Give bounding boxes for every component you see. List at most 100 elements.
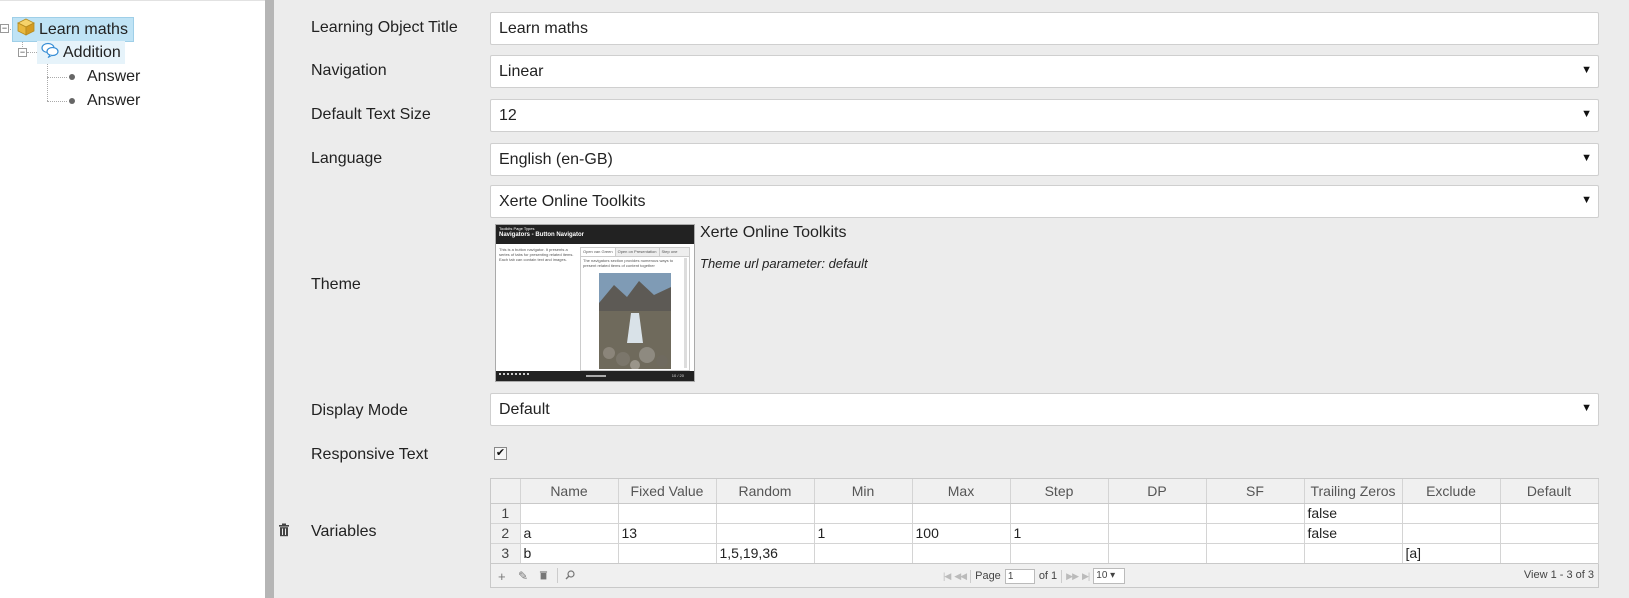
grid-cell[interactable]: [1108, 503, 1207, 524]
grid-cell[interactable]: b: [520, 543, 619, 564]
preview-tab: Open van Green: [581, 248, 616, 256]
grid-cell[interactable]: [1500, 523, 1599, 544]
grid-cell[interactable]: [1108, 523, 1207, 544]
grid-header-cell[interactable]: Min: [814, 479, 913, 504]
grid-cell[interactable]: [814, 543, 913, 564]
grid-header-cell[interactable]: Trailing Zeros: [1304, 479, 1403, 504]
tree-collapse-toggle[interactable]: −: [18, 48, 27, 57]
theme-url-parameter: Theme url parameter: default: [700, 256, 868, 271]
preview-page-counter: 10 / 20: [671, 373, 684, 378]
dropdown-arrow-icon: ▼: [1581, 108, 1592, 120]
pager-divider: [557, 568, 558, 583]
dropdown-arrow-icon: ▼: [1581, 64, 1592, 76]
tree-item-root[interactable]: Learn maths: [12, 17, 134, 42]
responsive-text-checkbox[interactable]: ✔: [494, 447, 507, 460]
grid-cell[interactable]: [912, 543, 1011, 564]
theme-select[interactable]: Xerte Online Toolkits ▼: [490, 185, 1599, 218]
grid-cell[interactable]: false: [1304, 503, 1403, 524]
grid-cell[interactable]: [716, 503, 815, 524]
grid-cell[interactable]: [1010, 503, 1109, 524]
grid-cell[interactable]: [814, 503, 913, 524]
prev-page-icon[interactable]: ◀◀: [954, 571, 967, 582]
last-page-icon[interactable]: ▶|: [1082, 571, 1090, 582]
language-select[interactable]: English (en-GB) ▼: [490, 143, 1599, 176]
preview-tab: Open on Presentation: [616, 248, 660, 256]
text-size-select[interactable]: 12 ▼: [490, 99, 1599, 132]
add-row-icon[interactable]: +: [498, 569, 506, 584]
grid-cell[interactable]: 1,5,19,36: [716, 543, 815, 564]
tree-item-answer[interactable]: Answer: [69, 90, 140, 112]
language-value: English (en-GB): [499, 150, 613, 168]
grid-cell[interactable]: 100: [912, 523, 1011, 544]
preview-footer: 10 / 20: [496, 371, 694, 381]
delete-row-icon[interactable]: [539, 569, 548, 583]
grid-header-cell[interactable]: Fixed Value: [618, 479, 717, 504]
tree-item-label: Addition: [63, 43, 121, 61]
waterfall-photo: [599, 273, 671, 369]
grid-cell[interactable]: [716, 523, 815, 544]
grid-cell[interactable]: [1108, 543, 1207, 564]
tree-item-addition[interactable]: Addition: [37, 41, 125, 64]
bullet-icon: [69, 74, 75, 80]
grid-cell[interactable]: [1206, 503, 1305, 524]
grid-cell[interactable]: [618, 503, 717, 524]
table-row[interactable]: 3 b 1,5,19,36 [a]: [491, 543, 1599, 564]
grid-header-cell[interactable]: Default: [1500, 479, 1599, 504]
title-label: Learning Object Title: [311, 19, 458, 36]
navigation-value: Linear: [499, 62, 544, 80]
table-row[interactable]: 1 false: [491, 503, 1599, 524]
dropdown-arrow-icon: ▼: [1581, 152, 1592, 164]
display-mode-select[interactable]: Default ▼: [490, 393, 1599, 426]
grid-header-cell[interactable]: DP: [1108, 479, 1207, 504]
grid-cell[interactable]: [1010, 543, 1109, 564]
view-info: View 1 - 3 of 3: [1523, 569, 1594, 581]
first-page-icon[interactable]: |◀: [943, 571, 951, 582]
package-icon: [17, 18, 35, 41]
preview-page-type: Toolkits Page Types: [499, 226, 535, 231]
grid-header-cell[interactable]: Random: [716, 479, 815, 504]
tree-connector: [27, 52, 37, 53]
grid-cell[interactable]: [1304, 543, 1403, 564]
tree-connector: [47, 63, 48, 101]
grid-cell[interactable]: [1500, 503, 1599, 524]
grid-header-cell[interactable]: Step: [1010, 479, 1109, 504]
display-mode-value: Default: [499, 400, 550, 418]
grid-cell[interactable]: 1: [814, 523, 913, 544]
tree-item-answer[interactable]: Answer: [69, 66, 140, 88]
trash-icon[interactable]: [278, 523, 290, 542]
grid-cell[interactable]: [a]: [1402, 543, 1501, 564]
edit-row-icon[interactable]: ✎: [518, 569, 528, 583]
panel-splitter[interactable]: [265, 0, 274, 598]
grid-cell[interactable]: [618, 543, 717, 564]
rows-per-page-select[interactable]: 10 ▾: [1093, 568, 1126, 584]
grid-header-cell[interactable]: Name: [520, 479, 619, 504]
title-input[interactable]: Learn maths: [490, 12, 1599, 45]
next-page-icon[interactable]: ▶▶: [1066, 571, 1079, 582]
grid-header-cell[interactable]: Max: [912, 479, 1011, 504]
page-count: of 1: [1038, 570, 1058, 582]
grid-cell[interactable]: [1402, 523, 1501, 544]
grid-header-cell[interactable]: Exclude: [1402, 479, 1501, 504]
grid-pager: + ✎ |◀ ◀◀ Page 1 of 1 ▶▶ ▶| 10 ▾ View 1 …: [491, 563, 1598, 587]
grid-cell[interactable]: 1: [1010, 523, 1109, 544]
bullet-icon: [69, 98, 75, 104]
grid-header-cell[interactable]: SF: [1206, 479, 1305, 504]
pager-divider: [970, 569, 972, 583]
page-number-input[interactable]: 1: [1004, 568, 1035, 584]
tree-collapse-toggle[interactable]: −: [0, 24, 9, 33]
grid-cell[interactable]: 13: [618, 523, 717, 544]
text-size-label: Default Text Size: [311, 106, 431, 123]
grid-cell[interactable]: [912, 503, 1011, 524]
search-icon[interactable]: [565, 569, 575, 583]
title-value: Learn maths: [499, 19, 588, 37]
navigation-select[interactable]: Linear ▼: [490, 55, 1599, 88]
grid-cell[interactable]: a: [520, 523, 619, 544]
grid-cell[interactable]: [1500, 543, 1599, 564]
language-label: Language: [311, 150, 383, 167]
grid-cell[interactable]: false: [1304, 523, 1403, 544]
grid-cell[interactable]: [1206, 543, 1305, 564]
grid-cell[interactable]: [1206, 523, 1305, 544]
table-row[interactable]: 2 a 13 1 100 1 false: [491, 523, 1599, 544]
grid-cell[interactable]: [520, 503, 619, 524]
grid-cell[interactable]: [1402, 503, 1501, 524]
